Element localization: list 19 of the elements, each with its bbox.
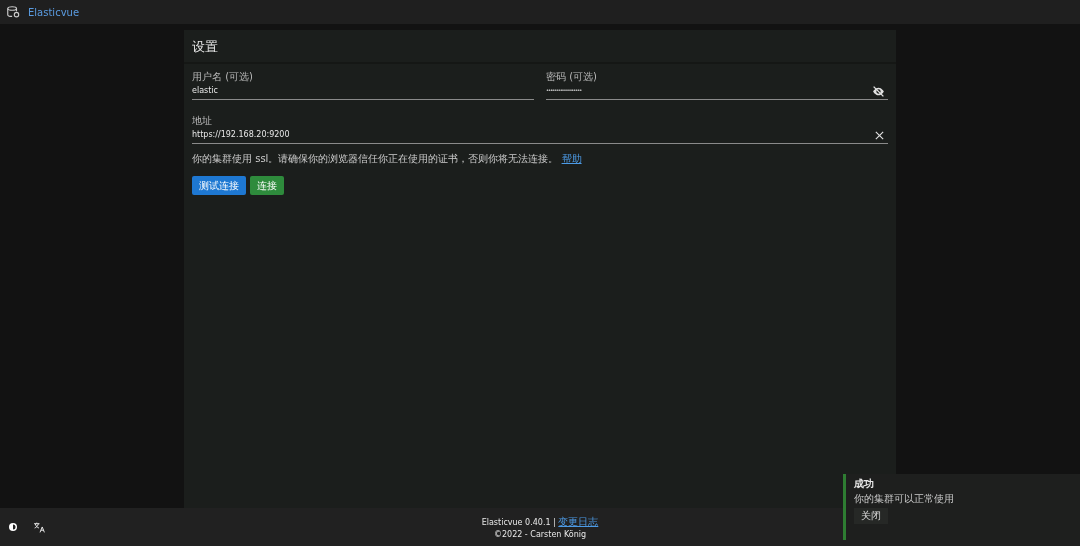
- changelog-link[interactable]: 变更日志: [558, 516, 599, 527]
- logo-icon: [6, 5, 20, 19]
- connect-button[interactable]: 连接: [250, 176, 284, 195]
- card-title: 设置: [184, 30, 896, 64]
- brightness-icon[interactable]: [7, 521, 19, 533]
- version-text: Elasticvue 0.40.1 |: [481, 518, 556, 527]
- uri-field[interactable]: 地址 https://192.168.20:9200: [192, 108, 888, 144]
- copyright-text: ©2022 - Carsten König: [493, 530, 587, 539]
- app-title[interactable]: Elasticvue: [28, 6, 80, 18]
- toast-message: 你的集群可以正常使用: [854, 492, 954, 506]
- help-link[interactable]: 帮助: [561, 153, 582, 164]
- username-field[interactable]: 用户名 (可选) elastic: [192, 64, 534, 100]
- toast-title: 成功: [854, 477, 874, 491]
- eye-off-icon[interactable]: [872, 85, 885, 98]
- close-button[interactable]: 关闭: [854, 508, 888, 524]
- clear-icon[interactable]: [874, 130, 885, 141]
- test-connection-button[interactable]: 测试连接: [192, 176, 246, 195]
- translate-icon[interactable]: [33, 520, 46, 534]
- ssl-hint: 你的集群使用 ssl。请确保你的浏览器信任你正在使用的证书，否则你将无法连接。: [192, 153, 559, 164]
